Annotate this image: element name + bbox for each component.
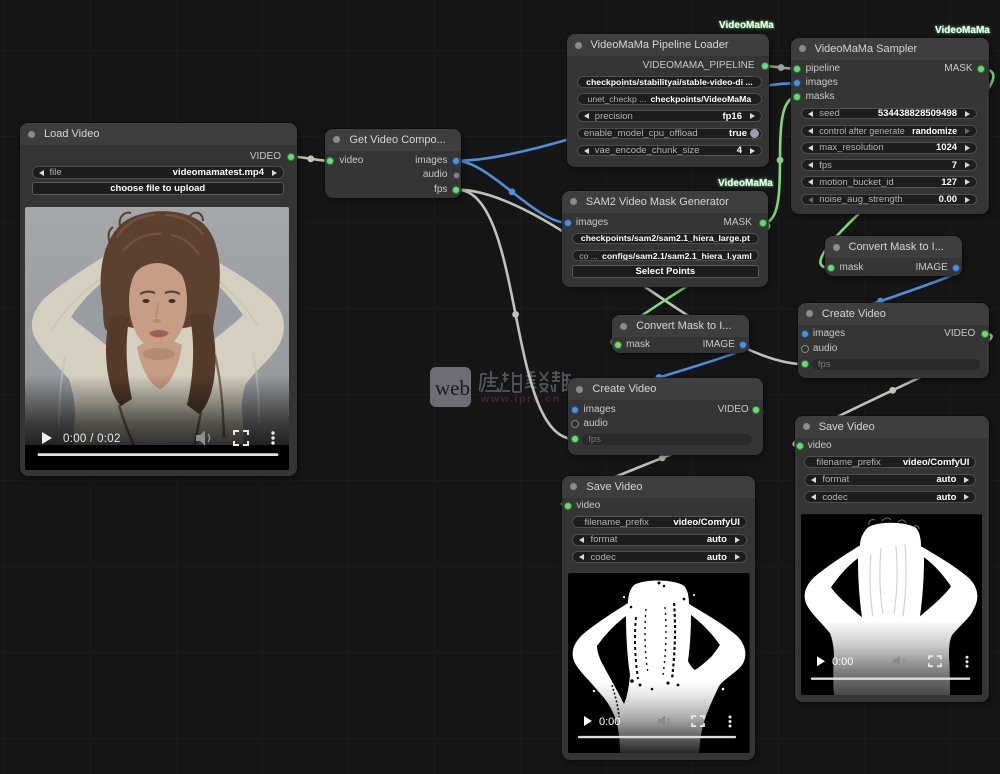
svg-text:0:00: 0:00 <box>832 656 853 668</box>
svg-text:0:00 / 0:02: 0:00 / 0:02 <box>63 433 121 445</box>
svg-text:0:00: 0:00 <box>599 716 620 728</box>
